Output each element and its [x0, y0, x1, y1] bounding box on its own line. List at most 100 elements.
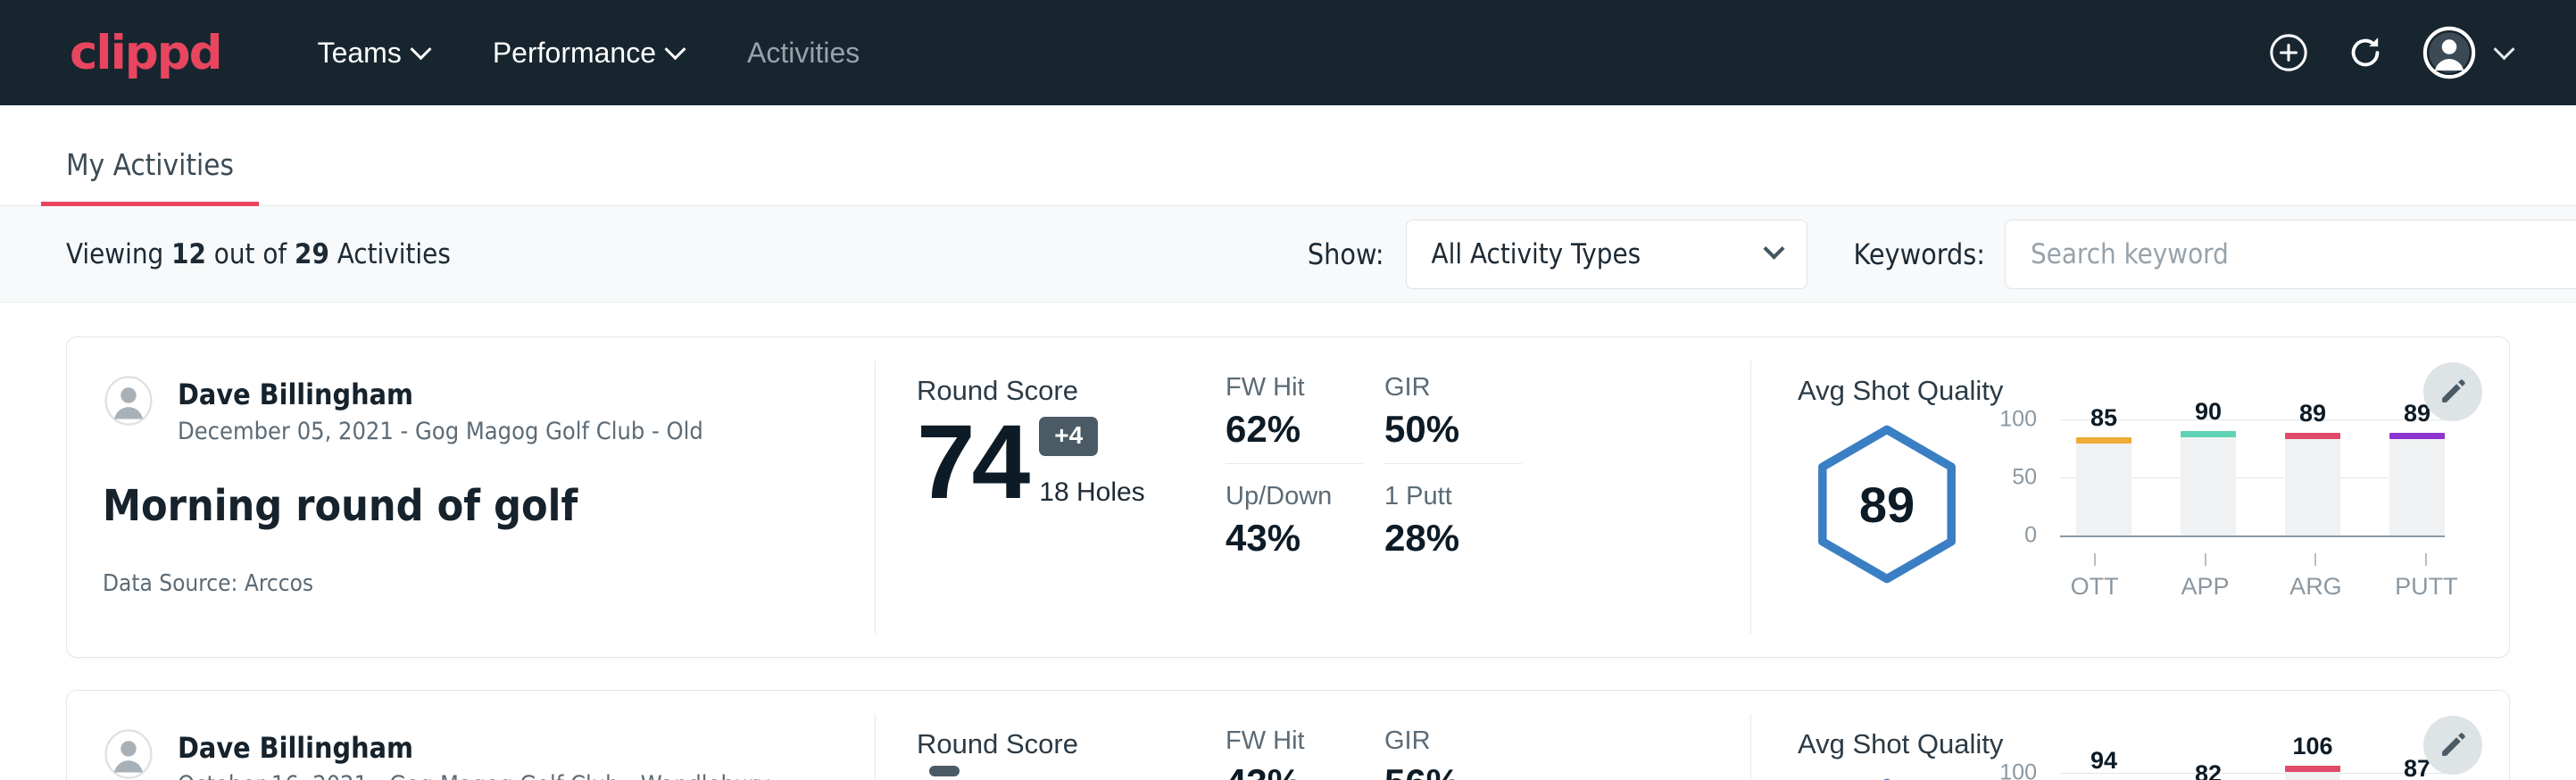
- activity-card[interactable]: Dave Billingham December 05, 2021 - Gog …: [66, 336, 2510, 658]
- stat-one-putt-label: 1 Putt: [1384, 482, 1522, 511]
- viewing-count: 12: [171, 238, 206, 270]
- x-tick: [2205, 553, 2206, 566]
- x-label-putt: PUTT: [2395, 573, 2458, 601]
- bar-slot-arg: 106: [2285, 773, 2340, 780]
- y-tick-100: 100: [1999, 760, 2037, 780]
- activity-meta: October 16, 2021 - Gog Magog Golf Club -…: [178, 771, 770, 780]
- avg-shot-quality-column: Avg Shot Quality 89 100 50: [1751, 337, 2509, 657]
- avg-shot-quality-hexagon: 89: [1798, 419, 1976, 589]
- bar-value-ott: 94: [2090, 747, 2117, 775]
- bar-cap-ott: [2076, 437, 2131, 444]
- stat-gir: GIR 56%: [1384, 726, 1522, 780]
- refresh-button[interactable]: [2345, 32, 2386, 73]
- stat-up-down: Up/Down 43%: [1226, 482, 1363, 560]
- viewing-total: 29: [295, 238, 329, 270]
- edit-activity-button[interactable]: [2423, 716, 2482, 775]
- x-tick: [2094, 553, 2096, 566]
- author-name: Dave Billingham: [178, 377, 703, 412]
- stat-gir-label: GIR: [1384, 726, 1522, 756]
- account-menu[interactable]: [2422, 25, 2512, 80]
- divider: [1226, 463, 1363, 464]
- stat-fw-hit-value: 43%: [1226, 761, 1363, 780]
- filter-toolbar: Viewing 12 out of 29 Activities Show: Al…: [0, 206, 2576, 303]
- bar-slot-ott: 94: [2076, 773, 2131, 780]
- x-label-ott: OTT: [2071, 573, 2119, 601]
- y-tick-100: 100: [1999, 407, 2037, 433]
- pencil-icon: [2438, 730, 2468, 760]
- avatar: [103, 375, 154, 427]
- activity-card-list: Dave Billingham December 05, 2021 - Gog …: [0, 303, 2576, 780]
- avg-shot-quality-label: Avg Shot Quality: [1798, 375, 2509, 407]
- keyword-filter-group: Keywords:: [1854, 220, 2576, 289]
- holes-played: 18 Holes: [1039, 477, 1144, 508]
- activity-type-select-value: All Activity Types: [1432, 238, 1641, 270]
- clippd-logo[interactable]: clippd: [70, 29, 221, 77]
- gridline-0: 0: [2060, 535, 2445, 537]
- chart-x-axis: OTT APP ARG PUTT: [2076, 553, 2445, 603]
- shot-quality-bar-chart: 100 50 0 85: [2021, 419, 2509, 607]
- round-stats-column: FW Hit 43% GIR 56% Up/Down 1 Putt: [1215, 691, 1750, 780]
- chevron-down-icon: [1763, 238, 1784, 260]
- stat-gir: GIR 50%: [1384, 373, 1522, 482]
- chevron-down-icon: [664, 38, 686, 60]
- table-row: 90: [2181, 431, 2236, 535]
- bar-cap-arg: [2285, 766, 2340, 772]
- search-input[interactable]: [2005, 220, 2576, 289]
- nav-item-performance[interactable]: Performance: [461, 28, 715, 79]
- stat-fw-hit-value: 62%: [1226, 408, 1363, 451]
- round-score-column: Round Score 74 +4 18 Holes: [876, 337, 1215, 657]
- round-score-column: Round Score: [876, 691, 1215, 780]
- x-tick: [2425, 553, 2427, 566]
- bar-group: 94 82: [2076, 773, 2445, 780]
- activity-author: Dave Billingham October 16, 2021 - Gog M…: [103, 728, 839, 780]
- stat-up-down-label: Up/Down: [1226, 482, 1363, 511]
- bar-group: 85 90: [2076, 419, 2445, 535]
- table-row: 106: [2285, 766, 2340, 780]
- tab-my-activities[interactable]: My Activities: [41, 147, 259, 206]
- nav-actions: [2268, 25, 2512, 80]
- bar-slot-ott: 85: [2076, 419, 2131, 535]
- stat-up-down-value: 43%: [1226, 517, 1363, 560]
- score-to-par-badge: +4: [1039, 417, 1098, 456]
- stat-one-putt: 1 Putt 28%: [1384, 482, 1522, 560]
- activity-info-column: Dave Billingham October 16, 2021 - Gog M…: [67, 691, 875, 780]
- activity-card[interactable]: Dave Billingham October 16, 2021 - Gog M…: [66, 690, 2510, 780]
- table-row: 89: [2285, 433, 2340, 535]
- chart-plot-area: 100 50 0 85: [2076, 419, 2445, 553]
- x-label-arg: ARG: [2289, 573, 2342, 601]
- avg-shot-quality-value: 89: [1859, 476, 1915, 534]
- table-row: 89: [2389, 433, 2445, 535]
- nav-item-teams[interactable]: Teams: [286, 28, 461, 79]
- nav-item-activities[interactable]: Activities: [715, 28, 892, 79]
- hexagon-icon: [1802, 773, 1972, 780]
- y-tick-50: 50: [2012, 465, 2037, 491]
- avg-shot-quality-hexagon: [1798, 773, 1976, 780]
- primary-nav-links: Teams Performance Activities: [286, 28, 893, 79]
- bar-slot-putt: 87: [2389, 773, 2445, 780]
- bar-value-arg: 106: [2292, 733, 2332, 760]
- round-score-label: Round Score: [917, 728, 1215, 760]
- bar-slot-app: 90: [2181, 419, 2236, 535]
- bar-cap-putt: [2389, 433, 2445, 439]
- keywords-label: Keywords:: [1854, 237, 1985, 271]
- stat-fw-hit-label: FW Hit: [1226, 726, 1363, 756]
- bar-value-app: 90: [2195, 398, 2222, 426]
- viewing-suffix: Activities: [337, 238, 451, 270]
- avg-shot-quality-column: Avg Shot Quality 100 50: [1751, 691, 2509, 780]
- pencil-icon: [2438, 377, 2468, 407]
- activity-author: Dave Billingham December 05, 2021 - Gog …: [103, 375, 839, 445]
- add-activity-button[interactable]: [2268, 32, 2309, 73]
- plus-circle-icon: [2268, 32, 2309, 73]
- stat-fw-hit-label: FW Hit: [1226, 373, 1363, 402]
- stat-fw-hit: FW Hit 43%: [1226, 726, 1363, 780]
- x-tick: [2314, 553, 2316, 566]
- activity-type-select[interactable]: All Activity Types: [1406, 220, 1807, 289]
- bar-value-ott: 85: [2090, 404, 2117, 432]
- avatar: [103, 728, 154, 780]
- edit-activity-button[interactable]: [2423, 362, 2482, 421]
- nav-item-teams-label: Teams: [318, 37, 402, 70]
- shot-quality-bar-chart: 100 50 0 94: [2021, 773, 2509, 780]
- table-row: 85: [2076, 437, 2131, 535]
- nav-item-performance-label: Performance: [493, 37, 656, 70]
- bar-slot-arg: 89: [2285, 419, 2340, 535]
